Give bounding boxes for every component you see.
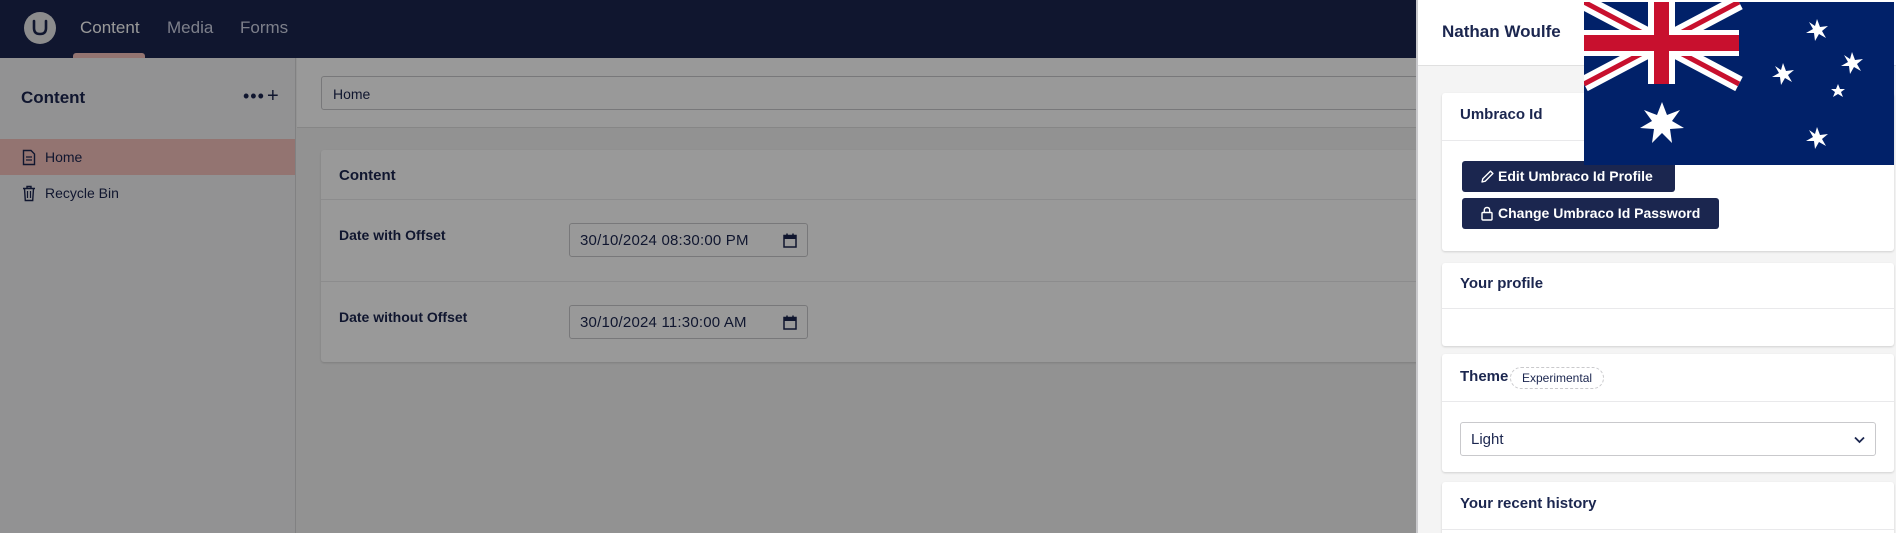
pencil-icon bbox=[1481, 170, 1494, 183]
recent-history-card: Your recent history bbox=[1442, 482, 1894, 533]
divider bbox=[1442, 401, 1894, 402]
card-title: Umbraco Id bbox=[1460, 106, 1543, 123]
edit-umbraco-id-profile-button[interactable]: Edit Umbraco Id Profile bbox=[1462, 161, 1675, 192]
user-name: Nathan Woulfe bbox=[1442, 22, 1561, 41]
card-title: Theme bbox=[1460, 368, 1509, 385]
change-umbraco-id-password-button[interactable]: Change Umbraco Id Password bbox=[1462, 198, 1719, 229]
divider bbox=[1442, 308, 1894, 309]
theme-select-value: Light bbox=[1471, 431, 1504, 448]
card-title: Your recent history bbox=[1460, 495, 1597, 512]
divider bbox=[1442, 529, 1894, 530]
current-user-panel: Nathan Woulfe Umbraco Id Edit Umbraco Id… bbox=[1416, 0, 1896, 533]
chevron-down-icon bbox=[1854, 436, 1865, 444]
experimental-tag: Experimental bbox=[1510, 367, 1605, 389]
button-label: Change Umbraco Id Password bbox=[1498, 205, 1701, 221]
theme-card: Theme Experimental Light bbox=[1442, 354, 1894, 472]
theme-select[interactable]: Light bbox=[1460, 422, 1876, 456]
card-title: Your profile bbox=[1460, 275, 1544, 292]
modal-backdrop[interactable] bbox=[0, 0, 1416, 533]
button-label: Edit Umbraco Id Profile bbox=[1498, 168, 1653, 184]
australian-flag-image bbox=[1584, 2, 1894, 165]
lock-icon bbox=[1481, 206, 1493, 221]
your-profile-card: Your profile bbox=[1442, 263, 1894, 346]
